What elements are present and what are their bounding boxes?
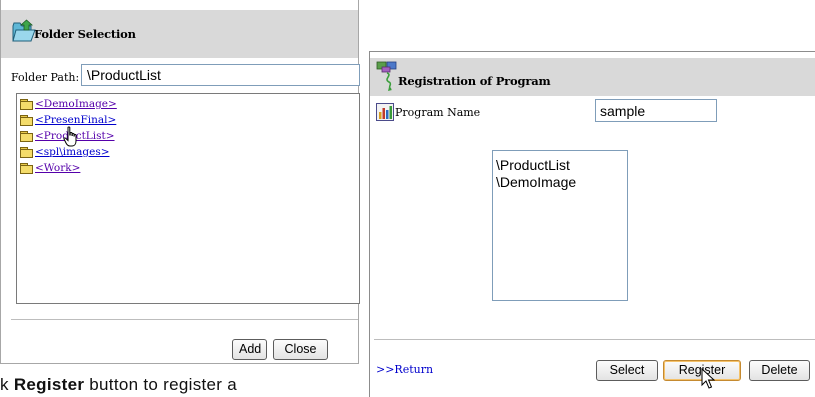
chart-icon (376, 103, 394, 121)
tree-item-label[interactable]: <Work> (35, 162, 80, 174)
folder-icon (20, 131, 33, 142)
close-button[interactable]: Close (273, 339, 328, 360)
folder-path-label: Folder Path: (11, 71, 80, 84)
arrow-pointer-icon (701, 368, 715, 389)
folder-icon (20, 115, 33, 126)
list-item[interactable]: \DemoImage (496, 174, 627, 191)
folder-icon (20, 99, 33, 110)
program-name-input[interactable] (595, 99, 717, 122)
tree-item-label[interactable]: <PresenFinal> (35, 114, 116, 126)
caption-suffix: button to register a (84, 375, 238, 394)
caption-prefix: k (0, 375, 14, 394)
add-button[interactable]: Add (232, 339, 267, 360)
registration-titlebar: Registration of Program (370, 58, 815, 96)
folder-path-input[interactable] (81, 64, 360, 86)
program-name-label: Program Name (395, 106, 481, 119)
folder-icon (20, 147, 33, 158)
registration-title: Registration of Program (398, 74, 551, 88)
return-link[interactable]: >>Return (376, 363, 433, 376)
folder-selection-dialog: Folder Selection Folder Path: <DemoImage… (0, 0, 360, 364)
registration-divider (374, 339, 815, 340)
folder-icon (20, 163, 33, 174)
hand-pointer-icon (63, 126, 77, 147)
select-button[interactable]: Select (596, 360, 658, 381)
tree-item-work[interactable]: <Work> (20, 160, 359, 176)
instruction-caption: k Register button to register a (0, 375, 237, 395)
folder-selection-titlebar: Folder Selection (1, 10, 358, 58)
list-item[interactable]: \ProductList (496, 157, 627, 174)
registration-dialog: Registration of Program Program Name \Pr… (369, 51, 815, 397)
folder-dialog-divider (11, 319, 358, 320)
tree-item-demoimage[interactable]: <DemoImage> (20, 96, 359, 112)
folder-tree[interactable]: <DemoImage> <PresenFinal> <ProductList> … (16, 93, 360, 304)
tree-item-label[interactable]: <DemoImage> (35, 98, 117, 110)
registered-folders-list[interactable]: \ProductList \DemoImage (492, 150, 628, 301)
delete-button[interactable]: Delete (749, 360, 810, 381)
caption-register-word: Register (13, 375, 85, 394)
folder-selection-title: Folder Selection (34, 27, 136, 41)
